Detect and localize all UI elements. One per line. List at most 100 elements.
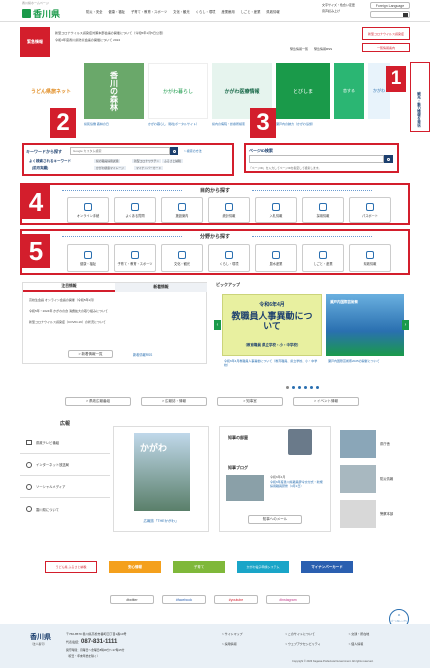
nav-item[interactable]: 健康・福祉 [108, 9, 124, 14]
pickup-prev-button[interactable]: ‹ [214, 320, 221, 330]
emergency-rss-link[interactable]: 緊急情報RSS [314, 47, 332, 51]
facebook-button[interactable]: #facebook [162, 595, 206, 604]
util-link[interactable]: 文字サイズ・色合い変更 [322, 3, 355, 7]
purpose-tile-stats[interactable]: 統計情報 [208, 197, 250, 223]
footer-banner[interactable]: マイナンバーカード [301, 561, 353, 573]
emergency-list-link[interactable]: 緊急情報一覧 [290, 47, 308, 51]
news-item[interactable]: 高校生会議 オンライン会議の開催（令和5年1月） [29, 298, 108, 302]
footer-link[interactable]: > 交通・所在地 [349, 632, 412, 636]
slide-dot[interactable] [298, 386, 301, 389]
footer-banner[interactable]: かがわ電子申請システム [237, 561, 289, 573]
kouhou-link-tv[interactable]: 県政テレビ番組 [20, 432, 110, 454]
keyword-chip[interactable]: 県の職員採用試験 [94, 159, 121, 163]
field-tile-culture[interactable]: 文化・観光 [161, 244, 203, 272]
banner-tobishima[interactable]: とびしま [276, 63, 330, 119]
tab-new[interactable]: 新着情報 [115, 283, 207, 292]
emergency-item[interactable]: 新型コロナウイルス感染症対策本部会議の開催について（令和5年1月5日公表） [55, 30, 165, 35]
search-icon [387, 157, 390, 161]
field-tile-education[interactable]: 子育て・教育・スポーツ [114, 244, 156, 272]
slide-dot[interactable] [310, 386, 313, 389]
nav-item[interactable]: 文化・観光 [173, 9, 189, 14]
util-link[interactable]: 音声読み上げ [322, 9, 355, 13]
nav-item[interactable]: くらし・環境 [196, 9, 216, 14]
news-list-button[interactable]: > 新着情報一覧 [68, 350, 113, 358]
nav-item[interactable]: 県政情報 [266, 9, 279, 14]
instagram-button[interactable]: #instagram [266, 595, 310, 604]
news-item[interactable]: 新型コロナウイルス感染症（COVID-19）の状況について [29, 320, 108, 324]
banner-love[interactable]: 恋する [334, 63, 364, 119]
blog-title[interactable]: 知事ブログ [228, 465, 248, 471]
slide-dot[interactable] [286, 386, 289, 389]
slide-dot[interactable] [292, 386, 295, 389]
keyword-search-input[interactable] [70, 147, 170, 155]
nav-item[interactable]: 子育て・教育・スポーツ [131, 9, 167, 14]
kouhou-link-social[interactable]: ソーシャルメディア [20, 476, 110, 498]
pickup-next-button[interactable]: › [402, 320, 409, 330]
keyword-search-button[interactable] [170, 147, 178, 155]
pickup-slide-1[interactable]: 令和6年4月 教職員人事異動について （教育職員 県立学校・小・中学校） [222, 294, 322, 356]
governor-title[interactable]: 知事の部屋 [228, 435, 248, 441]
footer-banner[interactable]: 安心情報 [109, 561, 161, 573]
field-tile-work[interactable]: しごと・産業 [302, 244, 344, 272]
footer-link[interactable]: > このサイトについて [285, 632, 348, 636]
footer-link[interactable]: > ウェブアクセシビリティ [285, 642, 348, 646]
keyword-chip[interactable]: マイナンバーカード [134, 166, 164, 170]
purpose-tile-bid[interactable]: 入札情報 [255, 197, 297, 223]
category-tab[interactable]: > 広報誌・情報 [141, 397, 207, 406]
header-search[interactable] [370, 11, 410, 18]
nav-item[interactable]: 防災・安全 [86, 9, 102, 14]
footer-link[interactable]: > 個人情報 [349, 642, 412, 646]
kouhou-link-about[interactable]: 香川県について [20, 498, 110, 520]
site-logo[interactable]: 香川県 [22, 7, 60, 20]
button-label: #twitter [126, 597, 138, 602]
news-panel: 注目情報 新着情報 高校生会議 オンライン会議の開催（令和5年1月） 令和5年・… [22, 282, 207, 364]
search-method-link[interactable]: > 検索の方法 [184, 149, 202, 153]
field-tile-agriculture[interactable]: 農水産業 [255, 244, 297, 272]
footer-banner[interactable]: うどん県 ふるさと納税 [45, 561, 97, 573]
youtube-button[interactable]: #youtube [214, 595, 258, 604]
nav-item[interactable]: 産業雇用 [221, 9, 234, 14]
page-id-input[interactable] [249, 155, 384, 163]
right-link-police[interactable]: 警察本部 [340, 496, 410, 531]
footer-link[interactable]: > サイトマップ [222, 632, 285, 636]
news-item[interactable]: 令和5年・2024年 かがわの食 消費拡大の取り組みについて [29, 309, 108, 313]
slide-dot[interactable] [304, 386, 307, 389]
purpose-tile-passport[interactable]: パスポート [349, 197, 391, 223]
category-tab[interactable]: > イベント情報 [293, 397, 359, 406]
footer-link[interactable]: > 採用情報 [222, 642, 285, 646]
right-link-disaster[interactable]: 防災情報 [340, 461, 410, 496]
tile-label: しごと・産業 [313, 261, 333, 266]
magazine-card[interactable]: かがわ 広報誌「THEかがわ」 [113, 426, 209, 532]
banner-forest[interactable]: 香川の森林 [84, 63, 144, 119]
field-tile-government[interactable]: 県政情報 [349, 244, 391, 272]
tab-featured[interactable]: 注目情報 [23, 283, 115, 292]
governor-mail-button[interactable]: 知事へのメール [248, 515, 302, 524]
covid-button[interactable]: 新型コロナウイルス感染症 [362, 27, 410, 40]
kouhou-link-broadcast[interactable]: インターネット放送局 [20, 454, 110, 476]
banner-kurashi[interactable]: かがわ暮らし [148, 63, 208, 119]
slide-dot[interactable] [316, 386, 319, 389]
purpose-tile-recruit[interactable]: 採用情報 [302, 197, 344, 223]
keyword-chip[interactable]: ふるさと納税 [162, 159, 183, 163]
emergency-item[interactable]: 令和4年度香川県防災会議の開催について 2024 [55, 37, 165, 42]
side-tab[interactable]: 観光・魅力情報を発信 [410, 62, 430, 132]
field-tile-living[interactable]: くらし・環境 [208, 244, 250, 272]
page-id-search-button[interactable] [384, 155, 393, 163]
keyword-chip[interactable]: かがわ健康マイレージ [94, 166, 126, 170]
blog-text[interactable]: 令和6年度香川県職員辞令交付式・新規採用職員研修（4月1日） [270, 480, 325, 489]
language-select[interactable]: Foreign Language [370, 2, 410, 9]
footer-banner[interactable]: 子育て [173, 561, 225, 573]
category-tab[interactable]: > 知事室 [217, 397, 283, 406]
info-guide-button[interactable]: 一覧情報案内 [362, 43, 410, 52]
purpose-tile-faq[interactable]: よくある質問 [114, 197, 156, 223]
news-rss-link[interactable]: 新着情報RSS [133, 352, 152, 357]
keyword-chip[interactable]: 新型コロナワクチン [132, 159, 162, 163]
purpose-tile-facility[interactable]: 施設案内 [161, 197, 203, 223]
purpose-tile-online[interactable]: オンライン手続 [67, 197, 109, 223]
right-link-office[interactable]: 県庁舎 [340, 426, 410, 461]
nav-item[interactable]: しごと・産業 [241, 9, 261, 14]
field-tile-health[interactable]: 健康・福祉 [67, 244, 109, 272]
category-tab[interactable]: > 県政広報番組 [65, 397, 131, 406]
twitter-button[interactable]: #twitter [110, 595, 154, 604]
pickup-slide-2[interactable]: 瀬戸内国際芸術祭 [326, 294, 404, 356]
